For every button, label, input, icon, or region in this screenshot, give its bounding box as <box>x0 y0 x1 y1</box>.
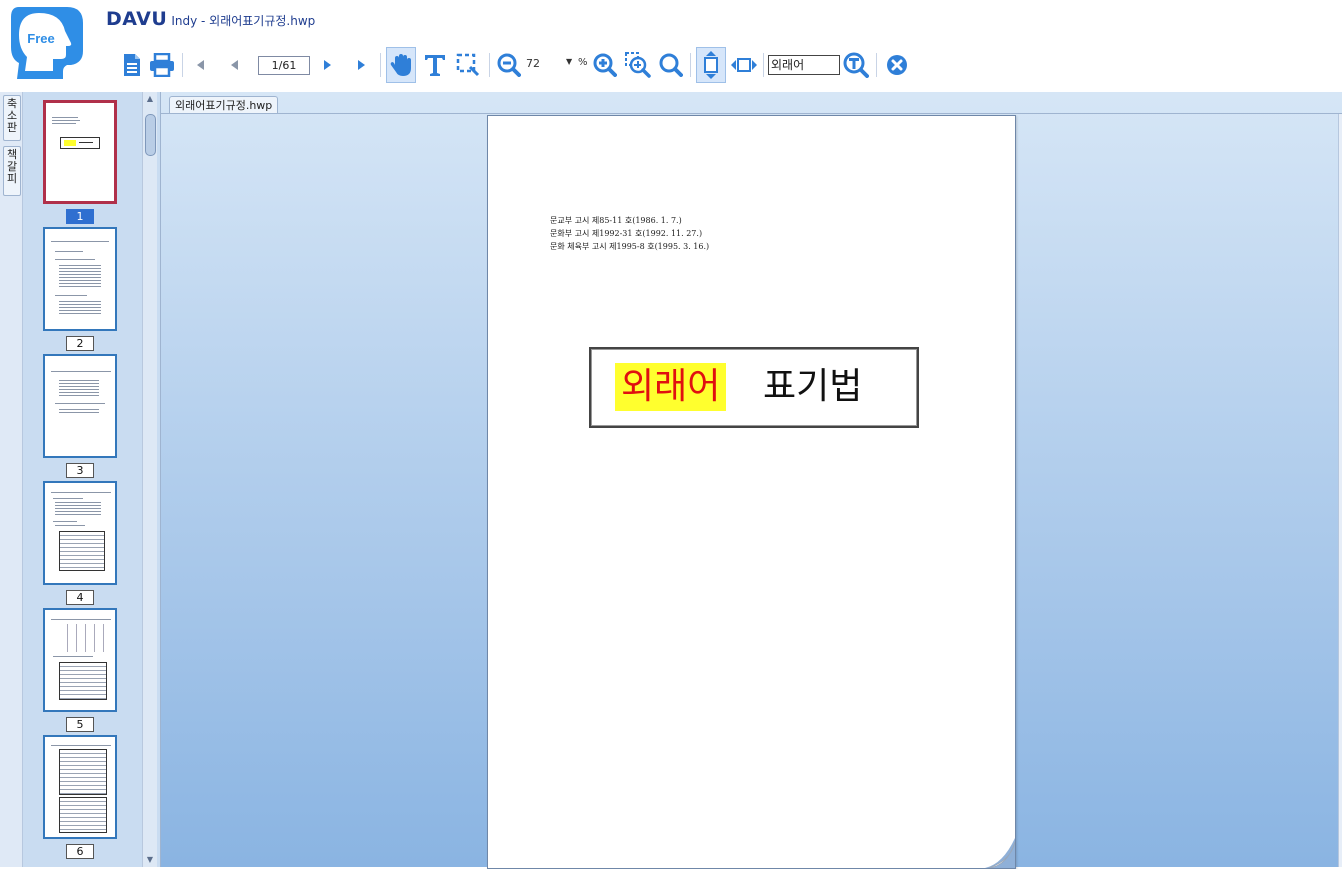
tab-document[interactable]: 외래어표기규정.hwp <box>169 96 279 114</box>
first-page-icon[interactable] <box>192 47 208 83</box>
title-rest: 표기법 <box>763 366 863 407</box>
zoom-in-icon[interactable] <box>592 47 618 83</box>
thumbnail-page[interactable] <box>43 100 117 204</box>
thumbnail-page[interactable] <box>43 227 117 331</box>
scroll-up-icon[interactable]: ▲ <box>143 92 157 106</box>
area-select-icon[interactable] <box>454 47 482 83</box>
zoom-search-icon[interactable] <box>658 47 684 83</box>
notice-line: 문교부 고시 제85-11 호(1986. 1. 7.) <box>550 216 682 225</box>
right-scroll-edge <box>1338 114 1342 867</box>
logo-text: Free <box>27 31 54 46</box>
fit-height-icon[interactable] <box>696 47 726 83</box>
thumbnail-page[interactable] <box>43 735 117 839</box>
tab-bookmarks[interactable]: 책갈피 <box>3 146 21 196</box>
zoom-percent-label: % <box>578 57 588 68</box>
thumbnail-scrollbar[interactable]: ▲ ▼ <box>142 92 157 867</box>
document-view: 외래어표기규정.hwp 문교부 고시 제85-11 호(1986. 1. 7.)… <box>161 92 1342 869</box>
hand-tool-icon[interactable] <box>386 47 416 83</box>
scroll-down-icon[interactable]: ▼ <box>143 853 157 867</box>
fit-width-icon[interactable] <box>730 47 758 83</box>
zoom-dropdown-icon[interactable]: ▼ <box>566 57 572 66</box>
side-tab-strip: 축소판 책갈피 <box>0 92 23 867</box>
thumbnail-page-number: 5 <box>66 717 94 732</box>
text-select-icon[interactable] <box>422 47 448 83</box>
zoom-area-icon[interactable] <box>624 47 652 83</box>
tab-thumbnails-label: 축소판 <box>6 97 18 134</box>
window-title: DAVU Indy - 외래어표기규정.hwp <box>106 8 315 32</box>
thumbnail-page[interactable] <box>43 481 117 585</box>
app-header: Free DAVU Indy - 외래어표기규정.hwp 1/61 72 ▼ %… <box>0 0 1342 92</box>
thumbnail-page-number: 3 <box>66 463 94 478</box>
davu-logo: Free <box>11 7 83 79</box>
page-curl-icon <box>985 838 1015 868</box>
thumbnail-page[interactable] <box>43 354 117 458</box>
title-filename: Indy - 외래어표기규정.hwp <box>171 14 316 28</box>
thumbnail-page-number: 2 <box>66 336 94 351</box>
document-title-box: 외래어 표기법 <box>589 347 919 428</box>
notice-line: 문화 체육부 고시 제1995-8 호(1995. 3. 16.) <box>550 242 710 251</box>
search-input[interactable]: 외래어 <box>768 55 840 75</box>
zoom-out-icon[interactable] <box>496 47 522 83</box>
thumbnail-page-number: 6 <box>66 844 94 859</box>
next-page-icon[interactable] <box>320 47 336 83</box>
zoom-level-input[interactable]: 72 <box>526 57 540 70</box>
document-page: 문교부 고시 제85-11 호(1986. 1. 7.) 문화부 고시 제199… <box>487 115 1016 869</box>
tab-bookmarks-label: 책갈피 <box>6 148 18 185</box>
brand-name: DAVU <box>106 8 168 30</box>
notice-list: 문교부 고시 제85-11 호(1986. 1. 7.) 문화부 고시 제199… <box>550 214 709 253</box>
notice-line: 문화부 고시 제1992-31 호(1992. 11. 27.) <box>550 229 703 238</box>
page-number-input[interactable]: 1/61 <box>258 56 310 75</box>
text-search-icon[interactable] <box>842 47 870 83</box>
title-highlighted-word: 외래어 <box>615 363 727 411</box>
thumbnail-page-number: 4 <box>66 590 94 605</box>
toolbar: 1/61 72 ▼ % 외래어 <box>118 47 1318 83</box>
close-icon[interactable] <box>884 47 910 83</box>
scrollbar-thumb[interactable] <box>145 114 156 156</box>
last-page-icon[interactable] <box>354 47 370 83</box>
previous-page-icon[interactable] <box>226 47 242 83</box>
document-icon[interactable] <box>120 47 144 83</box>
thumbnail-panel: 1 2 3 4 5 6 ▲ ▼ <box>23 92 161 867</box>
thumbnail-page[interactable] <box>43 608 117 712</box>
thumbnail-page-number: 1 <box>66 209 94 224</box>
tab-thumbnails[interactable]: 축소판 <box>3 95 21 141</box>
print-icon[interactable] <box>148 47 176 83</box>
